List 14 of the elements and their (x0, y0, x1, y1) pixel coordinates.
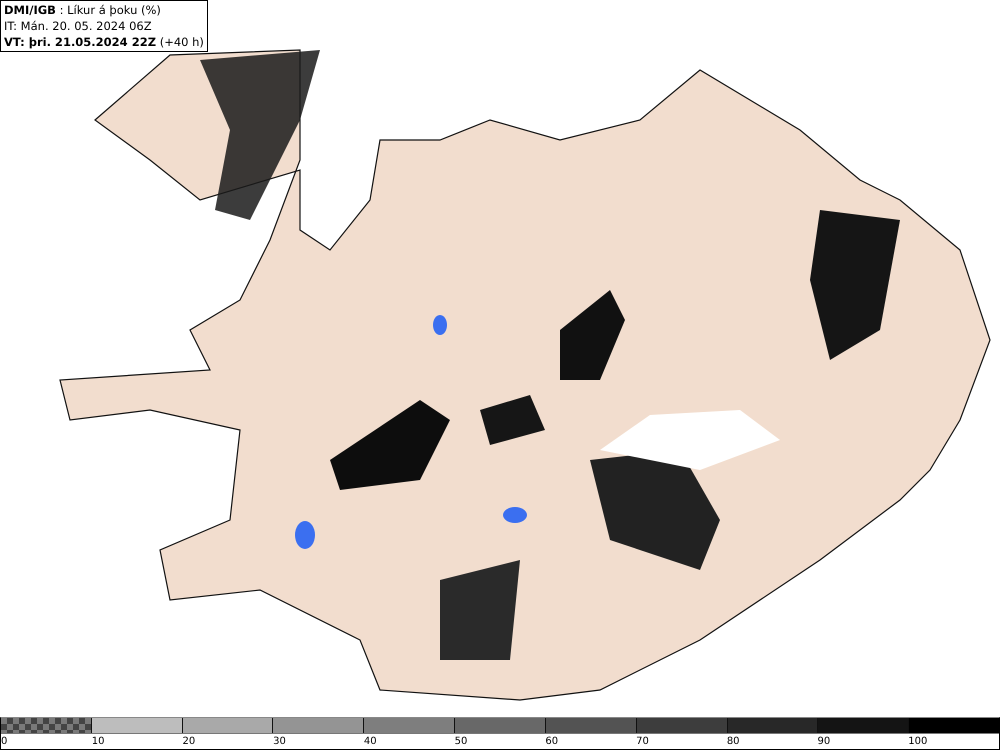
legend-label: 0 (1, 735, 8, 749)
title-line: VT: þri. 21.05.2024 22Z (+40 h) (4, 34, 204, 50)
title-line: IT: Mán. 20. 05. 2024 06Z (4, 18, 153, 34)
legend-label: 90 (818, 735, 830, 749)
legend-label: 40 (364, 735, 377, 749)
legend-label: 70 (636, 735, 649, 749)
legend-label: 10 (92, 735, 104, 749)
legend-label: 20 (182, 735, 196, 749)
legend-label: 80 (726, 735, 740, 749)
legend-label: 100 (908, 735, 928, 749)
legend-label: 30 (273, 735, 286, 749)
legend-label: 50 (454, 735, 468, 749)
title-line: DMI/IGB : Líkur á þoku (%) (4, 2, 162, 18)
legend-label: 60 (545, 735, 558, 749)
